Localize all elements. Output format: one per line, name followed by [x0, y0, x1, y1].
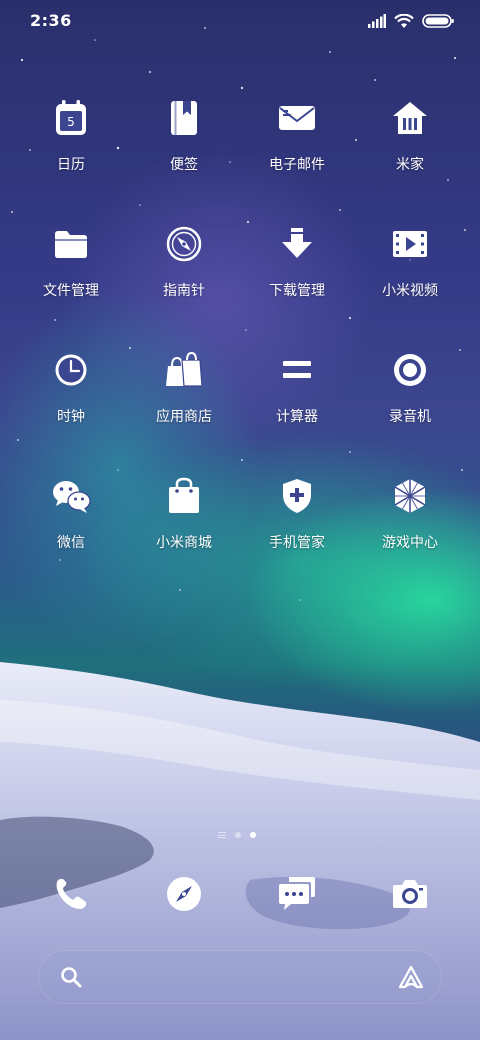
app-label: 下载管理 — [269, 283, 325, 299]
dock-browser[interactable] — [159, 869, 209, 919]
status-time: 2:36 — [30, 11, 72, 30]
app-compass[interactable]: 指南针 — [128, 222, 240, 322]
app-label: 应用商店 — [156, 409, 212, 425]
app-label: 文件管理 — [43, 283, 99, 299]
calculator-icon — [275, 348, 319, 392]
wifi-icon — [394, 13, 414, 28]
app-label: 微信 — [57, 535, 85, 551]
app-label: 录音机 — [389, 409, 431, 425]
game-center-icon — [388, 474, 432, 518]
app-label: 指南针 — [163, 283, 205, 299]
download-icon — [275, 222, 319, 266]
folder-icon — [49, 222, 93, 266]
compass-icon — [162, 222, 206, 266]
dock-phone[interactable] — [46, 869, 96, 919]
messages-icon — [279, 877, 315, 910]
app-label: 手机管家 — [269, 535, 325, 551]
app-download-manager[interactable]: 下载管理 — [241, 222, 353, 322]
app-label: 便签 — [170, 157, 198, 173]
page-dot[interactable] — [235, 832, 241, 838]
app-app-store[interactable]: 应用商店 — [128, 348, 240, 448]
mi-store-icon — [162, 474, 206, 518]
app-game-center[interactable]: 游戏中心 — [354, 474, 466, 574]
app-mi-video[interactable]: 小米视频 — [354, 222, 466, 322]
app-calendar[interactable]: 5 日历 — [15, 96, 127, 196]
app-calculator[interactable]: 计算器 — [241, 348, 353, 448]
phone-icon — [56, 879, 86, 909]
status-icons — [368, 12, 454, 30]
dock-messages[interactable] — [272, 869, 322, 919]
app-store-icon — [162, 348, 206, 392]
page-dot-active[interactable] — [250, 832, 256, 838]
app-mi-store[interactable]: 小米商城 — [128, 474, 240, 574]
browser-compass-icon — [167, 877, 201, 911]
app-label: 时钟 — [57, 409, 85, 425]
app-label: 计算器 — [276, 409, 318, 425]
app-label: 米家 — [396, 157, 424, 173]
app-wechat[interactable]: 微信 — [15, 474, 127, 574]
calendar-icon: 5 — [49, 96, 93, 140]
camera-icon — [393, 880, 427, 908]
battery-icon — [422, 14, 454, 28]
mijia-home-icon — [388, 96, 432, 140]
app-notes[interactable]: 便签 — [128, 96, 240, 196]
app-clock[interactable]: 时钟 — [15, 348, 127, 448]
app-recorder[interactable]: 录音机 — [354, 348, 466, 448]
page-dot-list[interactable] — [218, 832, 226, 838]
status-bar: 2:36 — [0, 0, 480, 44]
clock-icon — [49, 348, 93, 392]
app-mijia[interactable]: 米家 — [354, 96, 466, 196]
app-label: 电子邮件 — [269, 157, 325, 173]
email-icon — [275, 96, 319, 140]
search-icon[interactable] — [59, 965, 83, 989]
page-indicator[interactable] — [218, 830, 256, 840]
app-file-manager[interactable]: 文件管理 — [15, 222, 127, 322]
search-bar[interactable] — [38, 950, 442, 1004]
app-email[interactable]: 电子邮件 — [241, 96, 353, 196]
app-label: 小米视频 — [382, 283, 438, 299]
security-shield-icon — [275, 474, 319, 518]
wechat-icon — [49, 474, 93, 518]
app-security[interactable]: 手机管家 — [241, 474, 353, 574]
video-icon — [388, 222, 432, 266]
app-label: 小米商城 — [156, 535, 212, 551]
app-label: 游戏中心 — [382, 535, 438, 551]
ai-assistant-icon[interactable] — [397, 964, 425, 990]
app-label: 日历 — [57, 157, 85, 173]
calendar-date: 5 — [67, 115, 75, 129]
signal-icon — [368, 14, 386, 28]
dock-camera[interactable] — [385, 869, 435, 919]
notes-icon — [162, 96, 206, 140]
recorder-icon — [388, 348, 432, 392]
